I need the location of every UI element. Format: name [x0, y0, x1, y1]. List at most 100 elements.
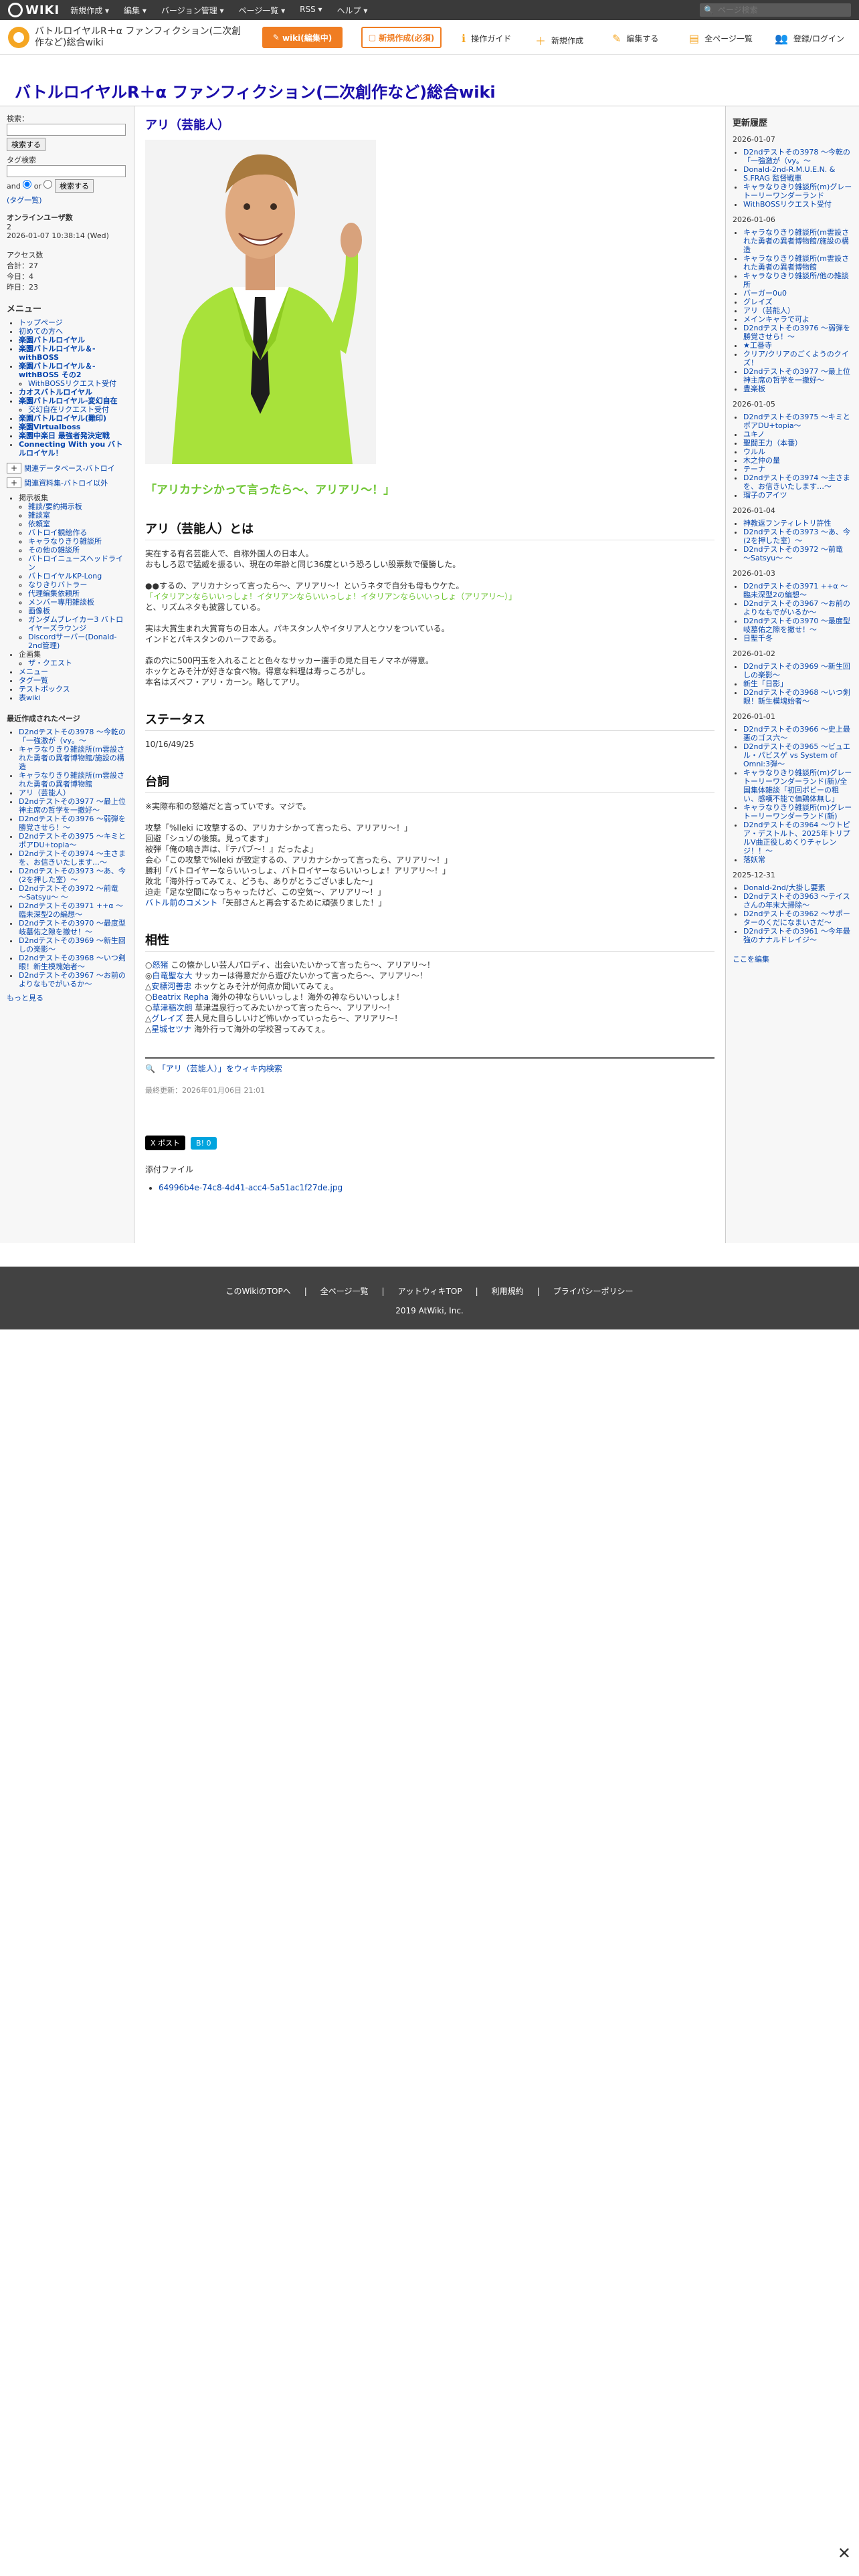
recent-link[interactable]: D2ndテストその3976 〜弱弾を勝覚させら！〜 [19, 815, 126, 832]
history-link[interactable]: D2ndテストその3963 〜テイスさんの年末大掃除〜 [743, 892, 850, 909]
history-item[interactable]: 日聖千冬 [743, 634, 852, 643]
menu-item[interactable]: WithBOSSリクエスト受付 [28, 379, 127, 388]
recent-link[interactable]: D2ndテストその3969 〜新生回しの楽影〜 [19, 936, 126, 954]
history-item[interactable]: ユキノ [743, 430, 852, 439]
board-item[interactable]: 雑談/要約掲示板 [28, 502, 127, 511]
close-icon[interactable]: ✕ [838, 2544, 851, 2563]
compat-name-link[interactable]: 怒猪 [152, 960, 168, 970]
board-item[interactable]: バトロイヤルKP-Long [28, 572, 127, 580]
recent-link[interactable]: キャラなりきり雑談所(m雲設された勇者の異者博物館 [19, 771, 124, 788]
history-link[interactable]: D2ndテストその3969 〜新生回しの楽影〜 [743, 662, 850, 679]
global-menu-item[interactable]: 編集 ▾ [124, 5, 147, 16]
history-item[interactable]: D2ndテストその3976 〜弱弾を勝覚させら！〜 [743, 324, 852, 341]
history-link[interactable]: メインキャラで可よ [743, 315, 809, 324]
board-item[interactable]: 雑談室 [28, 511, 127, 520]
history-link[interactable]: ウルル [743, 447, 765, 456]
bottom-item[interactable]: メニュー [19, 667, 127, 676]
history-link[interactable]: キャラなりきり雑談所(m)グレートーリーワンダーランド(新) [743, 803, 852, 821]
compat-name-link[interactable]: 安標河善忠 [151, 982, 191, 991]
history-link[interactable]: キャラなりきり雑談所(m雲設された勇者の異者博物館/施設の構造 [743, 228, 849, 254]
history-link[interactable]: D2ndテストその3964 〜ウトピア・デストルト、2025年トリプルV曲正役し… [743, 821, 850, 855]
tag-search-input[interactable] [7, 165, 126, 177]
history-item[interactable]: 神教返フンティレトリ許性 [743, 519, 852, 528]
history-link[interactable]: D2ndテストその3966 〜史上最悪のゴス六〜 [743, 725, 850, 742]
wiki-search-text[interactable]: 「アリ（芸能人）」をウィキ内検索 [158, 1064, 282, 1073]
tree-expand-icon[interactable]: + [7, 477, 21, 488]
board-link[interactable]: 雑談/要約掲示板 [28, 502, 82, 511]
and-radio[interactable] [23, 180, 32, 189]
board-link[interactable]: キャラなりきり雑談所 [28, 537, 102, 546]
history-link[interactable]: ★工番寺 [743, 341, 772, 350]
history-item[interactable]: D2ndテストその3977 〜最上位神主席の哲学を一撤好〜 [743, 367, 852, 385]
tag-list-link[interactable]: (タグ一覧) [7, 196, 42, 205]
recent-item[interactable]: D2ndテストその3971 ++α 〜臨未深型2の編想〜 [19, 901, 127, 919]
board-item[interactable]: キャラなりきり雑談所 [28, 537, 127, 546]
history-link[interactable]: D2ndテストその3971 ++α 〜臨未深型2の編想〜 [743, 582, 848, 599]
menu-link[interactable]: 楽園中楽日 最強者発決定戦 [19, 431, 110, 440]
new-page-required-button[interactable]: ▢ 新規作成(必須) [361, 27, 442, 48]
menu-link[interactable]: 初めての方へ [19, 327, 63, 336]
recent-link[interactable]: アリ（芸能人） [19, 788, 70, 797]
compat-name-link[interactable]: Beatrix Repha [152, 992, 209, 1002]
history-item[interactable]: D2ndテストその3964 〜ウトピア・デストルト、2025年トリプルV曲正役し… [743, 821, 852, 855]
history-item[interactable]: D2ndテストその3974 〜主さまを、お信きいたします…〜 [743, 473, 852, 491]
history-link[interactable]: キャラなりきり雑談所(m)グレートーリーワンダーランド [743, 183, 852, 200]
history-link[interactable]: キャラなりきり雑談所(m)グレートーリーワンダーランド(新)/全国集体雑談「初回… [743, 768, 852, 803]
board-item[interactable]: メンバー専用雑談板 [28, 598, 127, 607]
menu-link[interactable]: WithBOSSリクエスト受付 [28, 379, 116, 388]
history-item[interactable]: キャラなりきり雑談所(m雲設された勇者の異者博物館 [743, 254, 852, 272]
x-post-button[interactable]: X ポスト [145, 1136, 186, 1150]
footer-link[interactable]: プライバシーポリシー [553, 1287, 634, 1296]
recent-item[interactable]: アリ（芸能人） [19, 788, 127, 797]
board-link[interactable]: なりきりバトラー [28, 580, 87, 589]
history-item[interactable]: D2ndテストその3966 〜史上最悪のゴス六〜 [743, 725, 852, 742]
history-item[interactable]: ウルル [743, 447, 852, 456]
recent-link[interactable]: D2ndテストその3972 〜前竜 〜Satsyu〜 〜 [19, 884, 118, 901]
menu-link[interactable]: 楽園バトルロイヤル [19, 336, 85, 344]
history-item[interactable]: D2ndテストその3967 〜お前のよりなもでがいるか〜 [743, 599, 852, 617]
history-link[interactable]: WithBOSSリクエスト受付 [743, 200, 832, 209]
global-menu-item[interactable]: ページ一覧 ▾ [239, 5, 286, 16]
menu-item[interactable]: Connecting With you バトルロイヤル！ [19, 440, 127, 457]
recent-item[interactable]: D2ndテストその3978 〜今乾の「一強激が（vy。〜 [19, 728, 127, 745]
history-link[interactable]: D2ndテストその3976 〜弱弾を勝覚させら！〜 [743, 324, 850, 341]
tag-search-button[interactable]: 検索する [54, 179, 94, 193]
history-item[interactable]: Donald-2nd/大掛し要素 [743, 883, 852, 892]
history-item[interactable]: クリア/クリアのごくようのクイズ！ [743, 350, 852, 367]
pre-battle-comment-link[interactable]: バトル前のコメント [145, 898, 217, 907]
footer-link[interactable]: 利用規約 [492, 1287, 524, 1296]
tree-link-docs[interactable]: 関連資料集-バトロイ以外 [24, 479, 108, 488]
compat-name-link[interactable]: 白竜聖な大 [152, 971, 192, 980]
bottom-item[interactable]: テストボックス [19, 685, 127, 693]
plan-link[interactable]: ザ・クエスト [28, 659, 72, 667]
history-item[interactable]: D2ndテストその3963 〜テイスさんの年末大掃除〜 [743, 892, 852, 909]
footer-link[interactable]: 全ページ一覧 [320, 1287, 369, 1296]
page-title[interactable]: バトルロイヤルR＋α ファンフィクション(二次創作など)総合wiki [15, 79, 496, 102]
recent-item[interactable]: D2ndテストその3976 〜弱弾を勝覚させら！〜 [19, 815, 127, 832]
history-item[interactable]: D2ndテストその3961 〜今年最強のナナルドレイジ〜 [743, 927, 852, 944]
tree-link-db[interactable]: 関連データベース-バトロイ [24, 464, 115, 473]
history-link[interactable]: 聖闘王力（本番） [743, 439, 802, 447]
edit-here-link[interactable]: ここを編集 [733, 954, 852, 964]
hatena-bookmark-button[interactable]: B! 0 [191, 1136, 217, 1150]
menu-item[interactable]: 交幻自在リクエスト受付 [28, 405, 127, 414]
board-link[interactable]: 画像板 [28, 607, 50, 615]
global-menu-item[interactable]: RSS ▾ [300, 5, 322, 16]
menu-item[interactable]: 楽園バトルロイヤル [19, 336, 127, 344]
board-link[interactable]: バトロイ観絵作る [28, 528, 87, 537]
menu-item[interactable]: カオスバトルロイヤル [19, 388, 127, 397]
header-nav-item[interactable]: ℹ 操作ガイド [462, 32, 511, 45]
history-link[interactable]: D2ndテストその3973 〜あ、今(2を押した室）〜 [743, 528, 850, 545]
history-item[interactable]: 木之仲の量 [743, 456, 852, 465]
recent-link[interactable]: D2ndテストその3971 ++α 〜臨未深型2の編想〜 [19, 901, 123, 919]
history-item[interactable]: 聖闘王力（本番） [743, 439, 852, 447]
history-link[interactable]: D2ndテストその3961 〜今年最強のナナルドレイジ〜 [743, 927, 850, 944]
more-link[interactable]: もっと見る [7, 992, 127, 1003]
compat-name-link[interactable]: 星城セツナ [151, 1025, 191, 1034]
history-link[interactable]: D2ndテストその3978 〜今乾の「一強激が（vy。〜 [743, 148, 850, 165]
bottom-link[interactable]: タグ一覧 [19, 676, 48, 685]
history-link[interactable]: D2ndテストその3970 〜最度型岐墓佑之隙を撤せ！〜 [743, 617, 850, 634]
menu-item[interactable]: 楽園バトルロイヤル(難印) [19, 414, 127, 423]
menu-link[interactable]: 交幻自在リクエスト受付 [28, 405, 109, 414]
recent-link[interactable]: D2ndテストその3978 〜今乾の「一強激が（vy。〜 [19, 728, 126, 745]
